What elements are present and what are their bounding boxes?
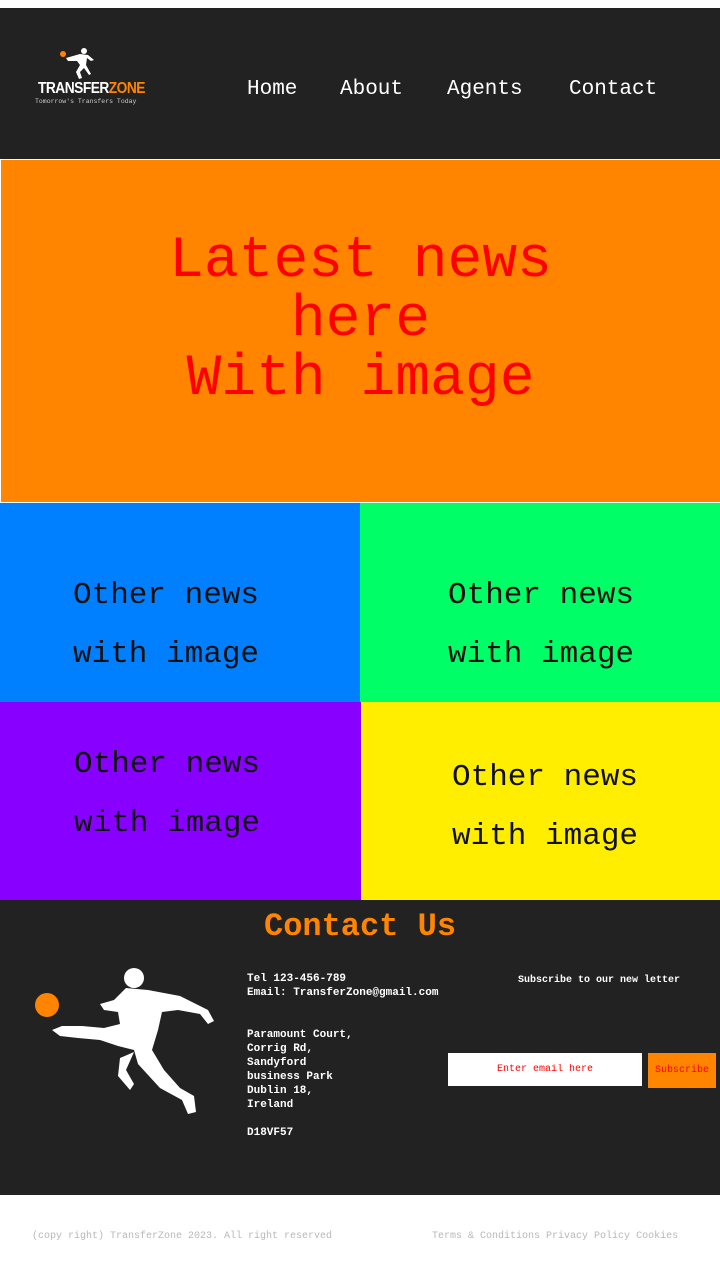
site-logo[interactable]: TRANSFERZONE Tomorrow's Transfers Today <box>34 48 145 108</box>
news-tile-text: Other news with image <box>452 760 639 854</box>
address-line: business Park <box>247 1071 333 1083</box>
hero-headline: Latest news here With image <box>1 232 720 409</box>
terms-link[interactable]: Terms & Conditions <box>432 1231 540 1242</box>
footballer-silhouette-icon <box>35 968 214 1114</box>
contact-email[interactable]: Email: TransferZone@gmail.com <box>247 986 438 1000</box>
nav-home[interactable]: Home <box>247 78 297 101</box>
nav-about[interactable]: About <box>340 78 403 101</box>
address-postcode: D18VF57 <box>247 1127 294 1139</box>
address-line: Ireland <box>247 1099 294 1111</box>
contact-phone: Tel 123-456-789 <box>247 973 347 985</box>
newsletter-heading: Subscribe to our new letter <box>518 975 681 986</box>
footer-links: Terms & Conditions Privacy Policy Cookie… <box>432 1231 678 1242</box>
privacy-link[interactable]: Privacy Policy <box>546 1231 630 1242</box>
hero-line-3: With image <box>186 347 535 412</box>
news-tile-green[interactable]: Other news with image <box>360 503 720 702</box>
news-tile-yellow[interactable]: Other news with image <box>361 702 720 900</box>
hero-line-2: here <box>290 288 431 353</box>
news-tile-blue[interactable]: Other news with image <box>0 503 360 702</box>
address-line: Paramount Court, <box>247 1029 353 1041</box>
copyright-text: (copy right) TransferZone 2023. All righ… <box>32 1231 333 1242</box>
contact-title: Contact Us <box>263 908 457 945</box>
subscribe-button[interactable]: Subscribe <box>648 1053 716 1088</box>
news-tile-purple[interactable]: Other news with image <box>0 702 361 900</box>
newsletter-email-input[interactable] <box>448 1053 642 1086</box>
cookies-link[interactable]: Cookies <box>636 1231 678 1242</box>
address-line: Dublin 18, <box>247 1085 314 1097</box>
nav-contact[interactable]: Contact <box>569 78 657 101</box>
address-line: Sandyford <box>247 1057 307 1069</box>
site-header: TRANSFERZONE Tomorrow's Transfers Today … <box>0 8 720 159</box>
contact-section: Contact Us Tel 123-456-789 Email: Transf… <box>0 900 720 1195</box>
logo-tagline: Tomorrow's Transfers Today <box>35 98 137 105</box>
address-line: Corrig Rd, <box>247 1043 314 1055</box>
site-footer: (copy right) TransferZone 2023. All righ… <box>0 1195 720 1280</box>
news-tile-text: Other news with image <box>448 578 635 672</box>
logo-wordmark: TRANSFERZONE <box>38 80 145 97</box>
logo-player-icon <box>60 48 94 79</box>
hero-line-1: Latest news <box>169 229 552 294</box>
hero-news-card[interactable]: Latest news here With image <box>1 160 720 502</box>
contact-details: Tel 123-456-789 Email: TransferZone@gmai… <box>247 972 438 1140</box>
news-tile-text: Other news with image <box>74 747 261 841</box>
news-tile-text: Other news with image <box>73 578 260 672</box>
nav-agents[interactable]: Agents <box>447 78 523 101</box>
